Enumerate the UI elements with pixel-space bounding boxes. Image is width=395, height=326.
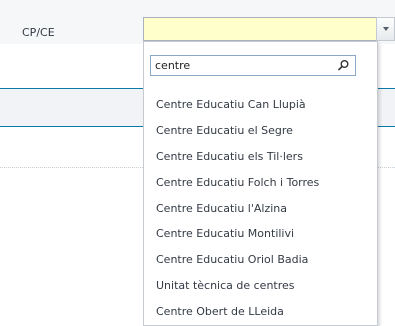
field-label: CP/CE [22, 26, 55, 39]
cp-ce-combobox[interactable] [143, 17, 378, 41]
list-item[interactable]: Centre Educatiu el Segre [144, 118, 377, 144]
list-item[interactable]: Unitat tècnica de centres [144, 273, 377, 299]
list-item[interactable]: Centre Obert de LLeida [144, 299, 377, 325]
list-item[interactable]: Centre Educatiu l'Alzina [144, 196, 377, 222]
option-list: Centre Educatiu Can Llupià Centre Educat… [144, 92, 377, 325]
search-icon[interactable] [337, 59, 350, 72]
chevron-down-icon[interactable] [376, 17, 395, 41]
list-item[interactable]: Centre Educatiu Can Llupià [144, 92, 377, 118]
dropdown-panel: centre Centre Educatiu Can Llupià Centre… [143, 41, 378, 326]
search-input[interactable]: centre [150, 55, 356, 76]
search-input-value: centre [155, 59, 191, 72]
list-item[interactable]: Centre Educatiu Oriol Badia [144, 247, 377, 273]
list-item[interactable]: Centre Educatiu els Til·lers [144, 144, 377, 170]
form-page: CP/CE centre Centre Educatiu Can Llupià … [0, 0, 395, 326]
list-item[interactable]: Centre Educatiu Folch i Torres [144, 170, 377, 196]
list-item[interactable]: Centre Educatiu Montilivi [144, 221, 377, 247]
